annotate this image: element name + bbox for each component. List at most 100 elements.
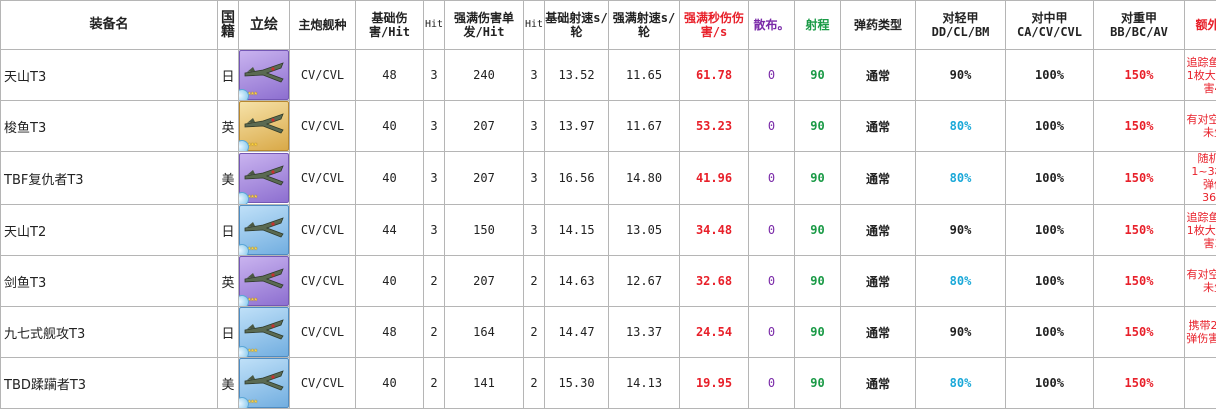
range-value: 90 xyxy=(795,152,841,205)
medium-armor-mod: 100% xyxy=(1006,358,1094,409)
base-damage: 40 xyxy=(356,101,424,152)
ship-type: CV/CVL xyxy=(290,152,356,205)
heavy-armor-mod: 150% xyxy=(1094,205,1185,256)
ship-type: CV/CVL xyxy=(290,101,356,152)
header-dps: 强满秒伤伤害/s xyxy=(680,1,749,50)
equipment-name: 天山T2 xyxy=(1,205,218,256)
dps-value: 32.68 xyxy=(680,256,749,307)
hit-count-base: 2 xyxy=(424,358,445,409)
max-damage: 141 xyxy=(445,358,524,409)
plane-icon: ★★★★ xyxy=(239,50,289,100)
range-value: 90 xyxy=(795,101,841,152)
header-max-dmg: 强满伤害单发/Hit xyxy=(445,1,524,50)
plane-icon: ★★★★ xyxy=(239,101,289,151)
nation-cell: 英 xyxy=(218,101,239,152)
heavy-armor-mod: 150% xyxy=(1094,50,1185,101)
dps-value: 53.23 xyxy=(680,101,749,152)
header-medium: 对中甲CA/CV/CVL xyxy=(1006,1,1094,50)
hit-count-max: 3 xyxy=(524,205,545,256)
base-damage: 44 xyxy=(356,205,424,256)
base-damage: 48 xyxy=(356,50,424,101)
extra-note: 随机携带1~3枚小航弹伤害360*N xyxy=(1185,152,1216,205)
table-row: TBF复仇者T3 美 ★★★★ CV/CVL 40 3 207 3 16.56 … xyxy=(1,152,1216,205)
plane-icon: ★★★★ xyxy=(239,153,289,203)
hit-count-base: 3 xyxy=(424,101,445,152)
light-armor-mod: 80% xyxy=(916,152,1006,205)
header-heavy: 对重甲BB/BC/AV xyxy=(1094,1,1185,50)
nation-cell: 日 xyxy=(218,205,239,256)
medium-armor-mod: 100% xyxy=(1006,152,1094,205)
max-damage: 207 xyxy=(445,152,524,205)
nation-cell: 英 xyxy=(218,256,239,307)
light-armor-mod: 90% xyxy=(916,205,1006,256)
dps-value: 61.78 xyxy=(680,50,749,101)
table-row: TBD蹂躏者T3 美 ★★★★ CV/CVL 40 2 141 2 15.30 … xyxy=(1,358,1216,409)
max-speed: 13.37 xyxy=(609,307,680,358)
table-row: 九七式舰攻T3 日 ★★★★ CV/CVL 48 2 164 2 14.47 1… xyxy=(1,307,1216,358)
ammo-type: 通常 xyxy=(841,101,916,152)
equipment-name: TBF复仇者T3 xyxy=(1,152,218,205)
header-hit-1: Hit xyxy=(424,1,445,50)
base-speed: 13.97 xyxy=(545,101,609,152)
max-speed: 13.05 xyxy=(609,205,680,256)
range-value: 90 xyxy=(795,50,841,101)
dps-value: 19.95 xyxy=(680,358,749,409)
plane-icon: ★★★★ xyxy=(239,256,289,306)
table-row: 剑鱼T3 英 ★★★★ CV/CVL 40 2 207 2 14.63 12.6… xyxy=(1,256,1216,307)
range-value: 90 xyxy=(795,358,841,409)
header-row: 装备名 国籍 立绘 主炮舰种 基础伤害/Hit Hit 强满伤害单发/Hit H… xyxy=(1,1,1216,50)
plane-icon: ★★★★ xyxy=(239,358,289,408)
extra-note: 追踪鱼雷携带1枚大航弹 伤害315 xyxy=(1185,205,1216,256)
spread-value: 0 xyxy=(749,358,795,409)
art-cell: ★★★★ xyxy=(239,50,290,101)
max-damage: 150 xyxy=(445,205,524,256)
header-max-speed: 强满射速s/轮 xyxy=(609,1,680,50)
hit-count-base: 2 xyxy=(424,307,445,358)
light-armor-mod: 80% xyxy=(916,256,1006,307)
ammo-type: 通常 xyxy=(841,307,916,358)
art-cell: ★★★★ xyxy=(239,358,290,409)
medium-armor-mod: 100% xyxy=(1006,50,1094,101)
extra-note: 追踪鱼雷携带1枚大航弹 伤害456 xyxy=(1185,50,1216,101)
dps-value: 41.96 xyxy=(680,152,749,205)
ship-type: CV/CVL xyxy=(290,256,356,307)
table-row: 天山T2 日 ★★★★ CV/CVL 44 3 150 3 14.15 13.0… xyxy=(1,205,1216,256)
table-row: 天山T3 日 ★★★★ CV/CVL 48 3 240 3 13.52 11.6… xyxy=(1,50,1216,101)
spread-value: 0 xyxy=(749,307,795,358)
equipment-name: TBD蹂躏者T3 xyxy=(1,358,218,409)
ship-type: CV/CVL xyxy=(290,205,356,256)
ammo-type: 通常 xyxy=(841,152,916,205)
light-armor-mod: 80% xyxy=(916,358,1006,409)
header-ammo: 弹药类型 xyxy=(841,1,916,50)
medium-armor-mod: 100% xyxy=(1006,256,1094,307)
table-body: 天山T3 日 ★★★★ CV/CVL 48 3 240 3 13.52 11.6… xyxy=(1,50,1216,409)
header-name: 装备名 xyxy=(1,1,218,50)
header-spread: 散布。 xyxy=(749,1,795,50)
nation-cell: 美 xyxy=(218,152,239,205)
extra-note: 有对空机炮但未生效 xyxy=(1185,101,1216,152)
heavy-armor-mod: 150% xyxy=(1094,101,1185,152)
base-speed: 13.52 xyxy=(545,50,609,101)
light-armor-mod: 80% xyxy=(916,101,1006,152)
art-cell: ★★★★ xyxy=(239,307,290,358)
ship-type: CV/CVL xyxy=(290,50,356,101)
spread-value: 0 xyxy=(749,50,795,101)
header-art: 立绘 xyxy=(239,1,290,50)
range-value: 90 xyxy=(795,205,841,256)
max-damage: 207 xyxy=(445,101,524,152)
spread-value: 0 xyxy=(749,101,795,152)
extra-note xyxy=(1185,358,1216,409)
medium-armor-mod: 100% xyxy=(1006,205,1094,256)
nation-cell: 日 xyxy=(218,50,239,101)
dps-value: 24.54 xyxy=(680,307,749,358)
art-cell: ★★★★ xyxy=(239,205,290,256)
max-damage: 207 xyxy=(445,256,524,307)
hit-count-max: 2 xyxy=(524,307,545,358)
equipment-name: 梭鱼T3 xyxy=(1,101,218,152)
base-damage: 40 xyxy=(356,256,424,307)
hit-count-max: 3 xyxy=(524,50,545,101)
hit-count-max: 2 xyxy=(524,358,545,409)
light-armor-mod: 90% xyxy=(916,307,1006,358)
hit-count-base: 2 xyxy=(424,256,445,307)
ammo-type: 通常 xyxy=(841,358,916,409)
